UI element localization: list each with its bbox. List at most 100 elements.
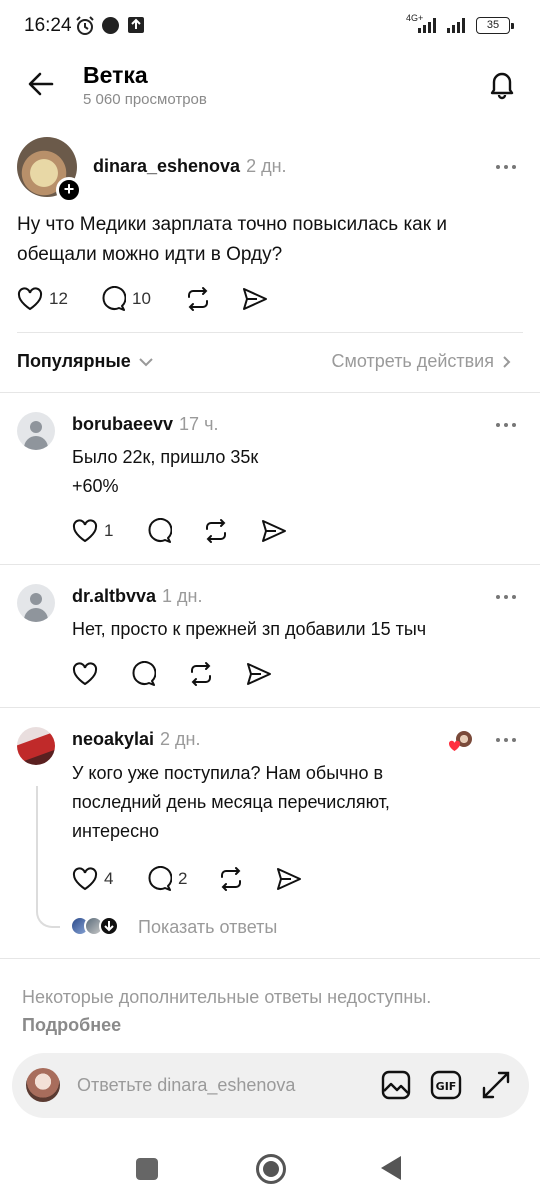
reply-comment-count: 2 xyxy=(178,869,188,888)
reply-like-button[interactable]: 4 xyxy=(72,866,113,892)
post-time: 2 дн. xyxy=(246,156,287,176)
heart-icon xyxy=(17,287,43,311)
header: Ветка 5 060 просмотров xyxy=(0,52,540,122)
thread-line xyxy=(36,786,60,928)
more-info-link[interactable]: Подробнее xyxy=(22,1011,522,1039)
post-author[interactable]: dinara_eshenova 2 дн. xyxy=(93,156,287,177)
reply-input[interactable]: Ответьте dinara_eshenova xyxy=(77,1075,295,1096)
divider xyxy=(17,332,523,333)
share-icon[interactable] xyxy=(275,866,303,892)
view-actions-label: Смотреть действия xyxy=(331,351,494,371)
comment-icon[interactable] xyxy=(146,518,172,544)
chevron-right-icon xyxy=(503,355,511,368)
follow-plus-icon[interactable]: + xyxy=(56,177,82,203)
signal-icon xyxy=(418,18,436,33)
reply-author-name[interactable]: dr.altbvva xyxy=(72,586,156,606)
notification-dot-icon xyxy=(102,17,119,34)
post-more-icon[interactable] xyxy=(496,162,520,172)
page-title: Ветка xyxy=(83,62,148,88)
share-icon[interactable] xyxy=(245,661,273,687)
system-back-button[interactable] xyxy=(381,1156,401,1180)
reply-more-icon[interactable] xyxy=(496,735,520,745)
reply-text-line: последний день месяца перечисляют, xyxy=(72,792,390,812)
repost-icon[interactable] xyxy=(203,518,229,544)
unavailable-notice: Некоторые дополнительные ответы недоступ… xyxy=(22,983,522,1039)
comment-icon xyxy=(148,866,172,891)
reply-avatar[interactable] xyxy=(17,584,55,622)
reply-author-name[interactable]: neoakylai xyxy=(72,729,154,749)
reply-author[interactable]: dr.altbvva 1 дн. xyxy=(72,586,203,607)
chevron-down-icon xyxy=(139,357,153,366)
gif-icon[interactable]: GIF xyxy=(430,1069,462,1101)
post-author-name[interactable]: dinara_eshenova xyxy=(93,156,240,176)
reply-time: 17 ч. xyxy=(179,414,219,434)
reply-time: 2 дн. xyxy=(160,729,201,749)
signal-icon-2 xyxy=(447,18,465,33)
reply-like-button[interactable]: 1 xyxy=(72,518,113,544)
show-replies-link[interactable]: Показать ответы xyxy=(138,917,277,938)
post-like-count: 12 xyxy=(49,289,68,308)
reply-text: Было 22к, пришло 35к +60% xyxy=(72,443,258,501)
comment-icon[interactable] xyxy=(130,661,156,687)
reply-text-line: +60% xyxy=(72,476,119,496)
reply-more-icon[interactable] xyxy=(496,592,520,602)
reply-text: У кого уже поступила? Нам обычно в после… xyxy=(72,759,390,846)
reply-like-count: 4 xyxy=(104,869,114,888)
back-arrow-icon[interactable] xyxy=(26,69,56,99)
heart-icon xyxy=(72,867,98,891)
reply-author-name[interactable]: borubaeevv xyxy=(72,414,173,434)
sort-dropdown[interactable]: Популярные xyxy=(17,351,155,372)
repost-icon[interactable] xyxy=(185,286,211,312)
repost-icon[interactable] xyxy=(218,866,244,892)
reply-text-line: интересно xyxy=(72,821,160,841)
alarm-icon xyxy=(76,16,94,35)
view-count: 5 060 просмотров xyxy=(83,91,207,108)
share-icon[interactable] xyxy=(241,286,269,312)
reply-composer[interactable]: Ответьте dinara_eshenova GIF xyxy=(12,1053,529,1118)
post-comment-button[interactable]: 10 xyxy=(100,286,151,312)
post-comment-count: 10 xyxy=(132,289,151,308)
bell-icon[interactable] xyxy=(486,68,518,100)
upload-icon xyxy=(128,17,144,33)
expand-icon[interactable] xyxy=(480,1069,512,1101)
heart-icon xyxy=(72,519,98,543)
reply-more-icon[interactable] xyxy=(496,420,520,430)
home-button[interactable] xyxy=(256,1154,286,1184)
heart-icon[interactable] xyxy=(72,661,98,687)
battery-indicator: 35 xyxy=(476,17,514,34)
reply-text: Нет, просто к прежней зп добавили 15 тыч xyxy=(72,615,426,644)
sort-label: Популярные xyxy=(17,351,131,371)
arrow-down-icon xyxy=(99,916,119,936)
reply-text-line: Было 22к, пришло 35к xyxy=(72,447,259,467)
view-actions-link[interactable]: Смотреть действия xyxy=(332,351,514,372)
status-bar: 16:24 4G+ 35 xyxy=(0,0,540,52)
post-text: Ну что Медики зарплата точно повысилась … xyxy=(17,214,447,265)
divider xyxy=(0,707,540,708)
reply-text-line: Нет, просто к прежней зп добавили 15 тыч xyxy=(72,619,427,639)
author-liked-avatar xyxy=(448,729,474,753)
reply-comment-button[interactable]: 2 xyxy=(146,866,187,892)
unavailable-text: Некоторые дополнительные ответы недоступ… xyxy=(22,987,432,1007)
reply-text-line: У кого уже поступила? Нам обычно в xyxy=(72,763,384,783)
reply-author[interactable]: neoakylai 2 дн. xyxy=(72,729,201,750)
comment-icon xyxy=(102,286,126,311)
own-avatar xyxy=(26,1068,60,1102)
share-icon[interactable] xyxy=(260,518,288,544)
divider xyxy=(0,392,540,393)
divider xyxy=(0,958,540,959)
recents-button[interactable] xyxy=(136,1158,158,1180)
system-nav-bar xyxy=(0,1130,540,1200)
image-icon[interactable] xyxy=(380,1069,412,1101)
status-time: 16:24 xyxy=(24,15,72,36)
divider xyxy=(0,564,540,565)
reply-avatar[interactable] xyxy=(17,412,55,450)
svg-text:GIF: GIF xyxy=(436,1080,457,1093)
post-like-button[interactable]: 12 xyxy=(17,286,68,312)
reply-avatars-stack[interactable] xyxy=(70,916,124,940)
reply-avatar[interactable] xyxy=(17,727,55,765)
reply-time: 1 дн. xyxy=(162,586,203,606)
reply-author[interactable]: borubaeevv 17 ч. xyxy=(72,414,218,435)
reply-like-count: 1 xyxy=(104,521,114,540)
repost-icon[interactable] xyxy=(188,661,214,687)
heart-filled-icon xyxy=(448,740,461,751)
